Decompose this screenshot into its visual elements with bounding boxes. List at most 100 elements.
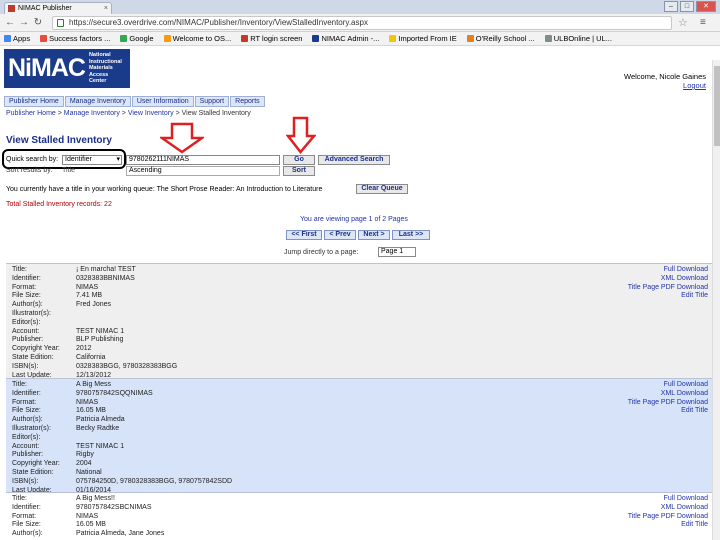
- bookmark-item[interactable]: ULBOnline | UL...: [544, 34, 612, 43]
- record-field: Illustrator(s):: [6, 310, 712, 319]
- field-value: Patricia Almeda: [76, 416, 125, 424]
- field-value: TEST NIMAC 1: [76, 442, 125, 450]
- record-field: Format: NIMAS: [6, 399, 712, 408]
- bookmark-item[interactable]: Success factors ...: [40, 34, 110, 43]
- go-button[interactable]: Go: [283, 155, 315, 165]
- browser-tab[interactable]: NIMAC Publisher ×: [4, 2, 112, 14]
- bookmark-label: Success factors ...: [49, 34, 111, 43]
- field-value: NIMAS: [76, 512, 99, 520]
- record-field: Copyright Year: 2012: [6, 345, 712, 354]
- forward-icon[interactable]: →: [18, 17, 30, 29]
- bookmark-item[interactable]: Welcome to OS...: [163, 34, 232, 43]
- field-label: Illustrator(s):: [12, 424, 51, 432]
- menu-item-manage-inventory[interactable]: Manage Inventory: [64, 96, 131, 107]
- breadcrumb-item[interactable]: View Inventory: [128, 110, 174, 117]
- field-label: Author(s):: [12, 416, 43, 424]
- maximize-icon[interactable]: □: [680, 1, 694, 12]
- breadcrumb-item[interactable]: Manage Inventory: [64, 110, 120, 117]
- bookmark-label: Apps: [13, 34, 31, 43]
- url-input[interactable]: https://secure3.overdrive.com/NIMAC/Publ…: [52, 16, 672, 30]
- bookmark-item[interactable]: RT login screen: [241, 34, 302, 43]
- bookmark-star-icon[interactable]: ☆: [678, 16, 688, 29]
- title-page-pdf-download-link[interactable]: Title Page PDF Download: [628, 399, 708, 408]
- working-queue-text: You currently have a title in your worki…: [6, 186, 322, 193]
- record-field: Illustrator(s): Becky Radtke: [6, 425, 712, 434]
- record-field: Format: NIMAS: [6, 284, 712, 293]
- breadcrumb-separator: >: [119, 110, 128, 117]
- inventory-record: Title: ¡ En marcha! TEST Identifier: 032838…: [6, 263, 712, 382]
- field-label: Illustrator(s):: [12, 309, 51, 317]
- edit-title-link[interactable]: Edit Title: [628, 292, 708, 301]
- field-label: File Size:: [12, 407, 41, 415]
- bookmark-item[interactable]: Apps: [4, 34, 30, 43]
- breadcrumb-separator: >: [55, 110, 64, 117]
- record-field: Editor(s):: [6, 319, 712, 328]
- next-page-button[interactable]: Next >: [358, 230, 390, 240]
- advanced-search-button[interactable]: Advanced Search: [318, 155, 390, 165]
- bookmarks-bar: Apps Success factors ... Google Welcome to …: [0, 32, 720, 46]
- minimize-icon[interactable]: –: [664, 1, 678, 12]
- field-label: Format:: [12, 512, 37, 520]
- field-label: Identifier:: [12, 389, 41, 397]
- record-field: File Size: 16.05 MB: [6, 521, 712, 530]
- title-page-pdf-download-link[interactable]: Title Page PDF Download: [628, 284, 708, 293]
- xml-download-link[interactable]: XML Download: [628, 390, 708, 399]
- menu-item-user-information[interactable]: User Information: [131, 96, 194, 107]
- first-page-button[interactable]: << First: [286, 230, 322, 240]
- field-value: Becky Radtke: [76, 424, 120, 432]
- prev-page-button[interactable]: < Prev: [324, 230, 356, 240]
- sort-label: Sort results by:: [6, 167, 53, 174]
- field-value: BLP Publishing: [76, 336, 124, 344]
- xml-download-link[interactable]: XML Download: [628, 275, 708, 284]
- clear-queue-button[interactable]: Clear Queue: [356, 184, 408, 194]
- address-bar: ← → ↻ https://secure3.overdrive.com/NIMA…: [0, 14, 720, 32]
- jump-page-select[interactable]: Page 1: [378, 247, 416, 257]
- field-value: Patricia Almeda, Jane Jones: [76, 530, 165, 538]
- total-records: Total Stalled Inventory records: 22: [6, 201, 112, 208]
- last-page-button[interactable]: Last >>: [392, 230, 430, 240]
- edit-title-link[interactable]: Edit Title: [628, 521, 708, 530]
- field-value: A Big Mess!!: [76, 495, 115, 502]
- field-value: 075784250D, 9780328383BGG, 9780757842SDD: [76, 477, 233, 485]
- logout-link[interactable]: Logout: [624, 81, 706, 90]
- field-label: Editor(s):: [12, 433, 41, 441]
- full-download-link[interactable]: Full Download: [628, 381, 708, 390]
- bookmark-item[interactable]: NIMAC Admin -...: [312, 34, 379, 43]
- search-input[interactable]: 9780262111NIMAS: [126, 155, 280, 165]
- back-icon[interactable]: ←: [4, 17, 16, 29]
- bookmark-item[interactable]: Imported From IE: [389, 34, 457, 43]
- breadcrumb-item[interactable]: Publisher Home: [6, 110, 56, 117]
- bookmark-item[interactable]: O'Reilly School ...: [466, 34, 535, 43]
- bookmark-item[interactable]: Google: [120, 34, 154, 43]
- reload-icon[interactable]: ↻: [32, 17, 44, 29]
- xml-download-link[interactable]: XML Download: [628, 504, 708, 513]
- browser-menu-icon[interactable]: ≡: [700, 17, 706, 28]
- full-download-link[interactable]: Full Download: [628, 266, 708, 275]
- field-label: File Size:: [12, 521, 41, 529]
- page-scrollbar[interactable]: [712, 60, 720, 540]
- menu-item-publisher-home[interactable]: Publisher Home: [4, 96, 64, 107]
- red-arrow-annotation-icon: [160, 122, 204, 154]
- bookmark-label: Welcome to OS...: [172, 34, 232, 43]
- field-value: California: [76, 353, 106, 361]
- record-field: Account: TEST NIMAC 1: [6, 443, 712, 452]
- lock-icon: [57, 19, 64, 27]
- field-label: Title:: [12, 381, 27, 388]
- search-field-select[interactable]: Identifier: [62, 155, 122, 165]
- menu-item-support[interactable]: Support: [194, 96, 230, 107]
- field-label: Copyright Year:: [12, 345, 60, 353]
- title-page-pdf-download-link[interactable]: Title Page PDF Download: [628, 513, 708, 522]
- field-value: ¡ En marcha! TEST: [76, 266, 136, 273]
- close-window-icon[interactable]: ✕: [696, 1, 716, 12]
- sort-button[interactable]: Sort: [283, 166, 315, 176]
- edit-title-link[interactable]: Edit Title: [628, 407, 708, 416]
- sort-order-select[interactable]: Ascending: [126, 166, 280, 176]
- scrollbar-thumb[interactable]: [714, 66, 720, 146]
- full-download-link[interactable]: Full Download: [628, 495, 708, 504]
- bookmark-icon: [163, 35, 171, 42]
- sort-field-select[interactable]: Title: [62, 167, 122, 176]
- field-label: State Edition:: [12, 353, 54, 361]
- tab-close-icon[interactable]: ×: [104, 5, 108, 12]
- menu-item-reports[interactable]: Reports: [230, 96, 265, 107]
- nimac-logo[interactable]: NiMAC National Instructional Materials Acce…: [4, 49, 130, 88]
